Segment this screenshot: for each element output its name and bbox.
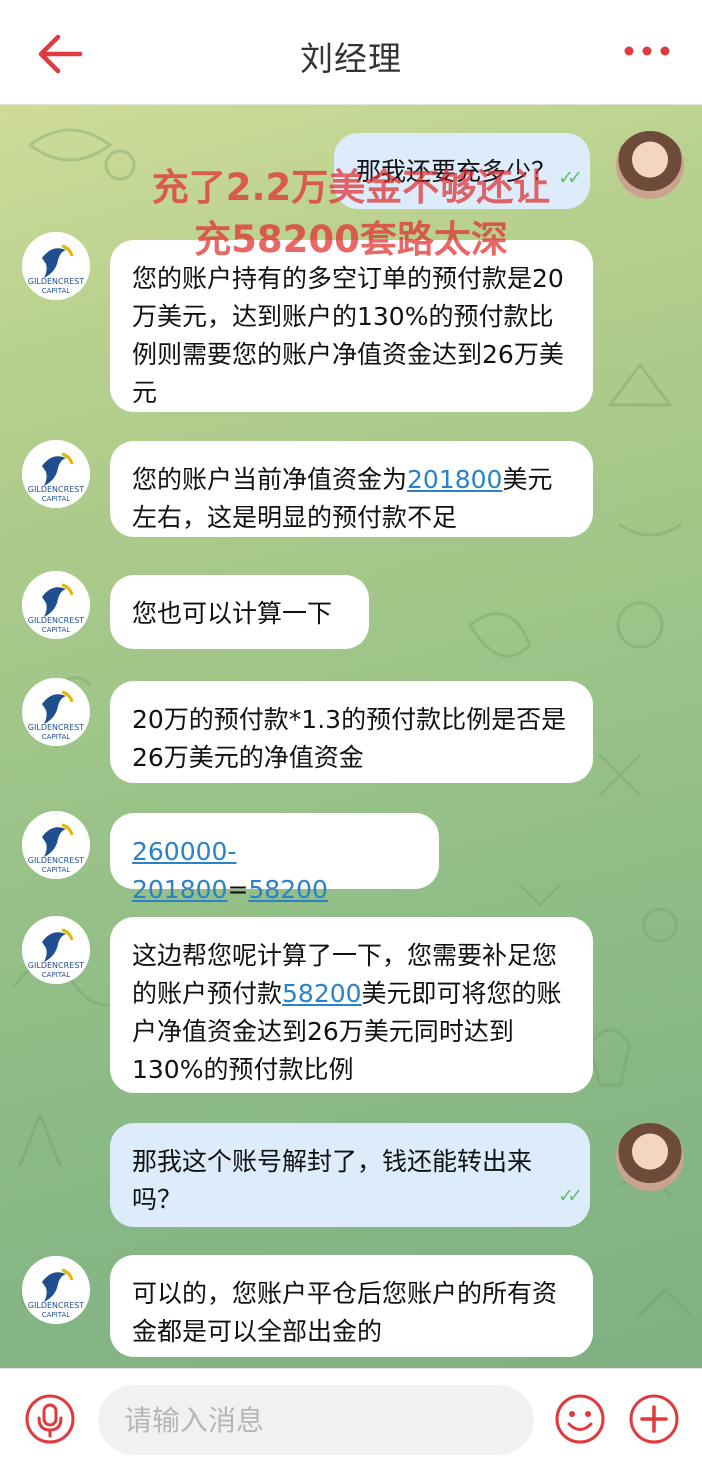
outgoing-message[interactable]: 那我还要充多少？ ✓✓ (334, 133, 590, 209)
incoming-message[interactable]: 这边帮您呢计算了一下，您需要补足您的账户预付款58200美元即可将您的账户净值资… (110, 917, 593, 1093)
message-text: 可以的，您账户平仓后您账户的所有资金都是可以全部出金的 (132, 1279, 558, 1346)
svg-text:GILDENCREST: GILDENCREST (28, 723, 84, 732)
gildencrest-logo-icon: GILDENCREST CAPITAL (22, 678, 90, 746)
svg-text:GILDENCREST: GILDENCREST (28, 961, 84, 970)
more-menu-button[interactable] (622, 34, 672, 68)
amount-link[interactable]: 58200 (282, 979, 362, 1008)
message-text: 您的账户持有的多空订单的预付款是20万美元，达到账户的130%的预付款比例则需要… (132, 264, 564, 407)
read-ticks-icon: ✓✓ (558, 1185, 583, 1207)
svg-text:CAPITAL: CAPITAL (42, 971, 70, 979)
svg-text:CAPITAL: CAPITAL (42, 626, 70, 634)
message-text: = (227, 875, 249, 904)
incoming-message[interactable]: 20万的预付款*1.3的预付款比例是否是26万美元的净值资金 (110, 681, 593, 783)
incoming-message[interactable]: 您的账户持有的多空订单的预付款是20万美元，达到账户的130%的预付款比例则需要… (110, 240, 593, 412)
agent-avatar[interactable]: GILDENCREST CAPITAL (22, 678, 90, 746)
svg-text:CAPITAL: CAPITAL (42, 495, 70, 503)
incoming-message[interactable]: 您的账户当前净值资金为201800美元左右，这是明显的预付款不足 (110, 441, 593, 537)
gildencrest-logo-icon: GILDENCREST CAPITAL (22, 232, 90, 300)
agent-avatar[interactable]: GILDENCREST CAPITAL (22, 440, 90, 508)
emoji-button[interactable] (554, 1393, 606, 1445)
incoming-message[interactable]: 您也可以计算一下 (110, 575, 369, 649)
svg-text:CAPITAL: CAPITAL (42, 733, 70, 741)
svg-text:CAPITAL: CAPITAL (42, 1311, 70, 1319)
chat-screen: 刘经理 那我还要充多少？ ✓✓ GILDENCREST CAPITAL 您的账户… (0, 0, 702, 1466)
message-input[interactable] (98, 1385, 534, 1455)
message-text: 您也可以计算一下 (132, 599, 333, 628)
user-avatar[interactable] (616, 1123, 684, 1191)
agent-avatar[interactable]: GILDENCREST CAPITAL (22, 232, 90, 300)
message-text: 您的账户当前净值资金为 (132, 465, 408, 494)
svg-text:GILDENCREST: GILDENCREST (28, 485, 84, 494)
message-list[interactable]: 那我还要充多少？ ✓✓ GILDENCREST CAPITAL 您的账户持有的多… (0, 105, 702, 1368)
gildencrest-logo-icon: GILDENCREST CAPITAL (22, 916, 90, 984)
svg-text:GILDENCREST: GILDENCREST (28, 1301, 84, 1310)
message-text: 那我这个账号解封了，钱还能转出来吗？ (132, 1147, 533, 1214)
gildencrest-logo-icon: GILDENCREST CAPITAL (22, 811, 90, 879)
svg-text:CAPITAL: CAPITAL (42, 287, 70, 295)
agent-avatar[interactable]: GILDENCREST CAPITAL (22, 811, 90, 879)
plus-circle-icon (629, 1394, 679, 1444)
smiley-icon (555, 1394, 605, 1444)
incoming-message[interactable]: 260000-201800=58200 (110, 813, 439, 904)
incoming-message[interactable]: 可以的，您账户平仓后您账户的所有资金都是可以全部出金的 (110, 1255, 593, 1357)
svg-text:CAPITAL: CAPITAL (42, 866, 70, 874)
more-dots-icon (624, 46, 670, 56)
amount-link[interactable]: 58200 (248, 875, 328, 904)
user-avatar[interactable] (616, 131, 684, 199)
read-ticks-icon: ✓✓ (558, 167, 583, 189)
chat-header: 刘经理 (0, 0, 702, 105)
microphone-icon (25, 1394, 75, 1444)
calculation-link[interactable]: 260000-201800 (132, 837, 236, 904)
message-text: 那我还要充多少？ (356, 157, 557, 186)
amount-link[interactable]: 201800 (407, 465, 502, 494)
svg-text:GILDENCREST: GILDENCREST (28, 856, 84, 865)
gildencrest-logo-icon: GILDENCREST CAPITAL (22, 1256, 90, 1324)
agent-avatar[interactable]: GILDENCREST CAPITAL (22, 916, 90, 984)
add-button[interactable] (628, 1393, 680, 1445)
voice-button[interactable] (24, 1393, 76, 1445)
gildencrest-logo-icon: GILDENCREST CAPITAL (22, 440, 90, 508)
agent-avatar[interactable]: GILDENCREST CAPITAL (22, 571, 90, 639)
svg-text:GILDENCREST: GILDENCREST (28, 277, 84, 286)
message-text: 20万的预付款*1.3的预付款比例是否是26万美元的净值资金 (132, 705, 567, 772)
svg-text:GILDENCREST: GILDENCREST (28, 616, 84, 625)
contact-name: 刘经理 (300, 39, 402, 78)
outgoing-message[interactable]: 那我这个账号解封了，钱还能转出来吗？ ✓✓ (110, 1123, 590, 1227)
gildencrest-logo-icon: GILDENCREST CAPITAL (22, 571, 90, 639)
composer-bar (0, 1368, 702, 1466)
agent-avatar[interactable]: GILDENCREST CAPITAL (22, 1256, 90, 1324)
